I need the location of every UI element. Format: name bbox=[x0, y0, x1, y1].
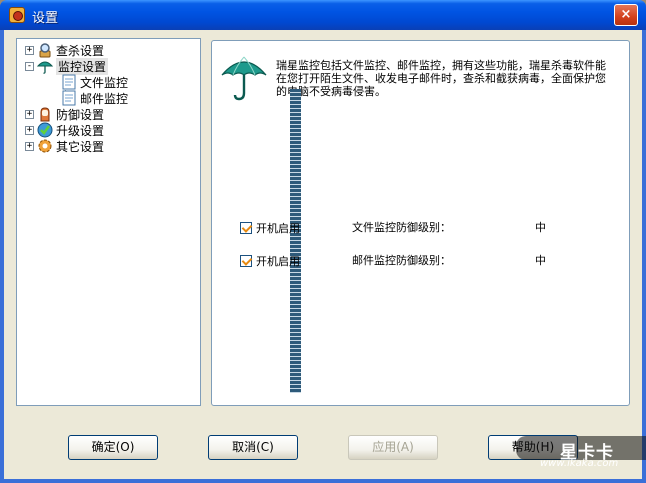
settings-window: 设置 × + 查杀设置 - 监控设置 文件监控 邮件监控 + 防御设置 + 升级… bbox=[0, 0, 646, 483]
file-monitor-autostart-toggle[interactable]: 开机启用 bbox=[240, 220, 300, 236]
magnifier-icon bbox=[37, 42, 53, 58]
dialog-client-area: + 查杀设置 - 监控设置 文件监控 邮件监控 + 防御设置 + 升级设置 + … bbox=[4, 30, 642, 479]
umbrella-small-icon bbox=[36, 58, 54, 74]
expand-icon[interactable]: + bbox=[25, 45, 34, 55]
monitor-description: 瑞星监控包括文件监控、邮件监控，拥有这些功能，瑞星杀毒软件能在您打开陌生文件、收… bbox=[276, 59, 606, 98]
file-monitor-level-value[interactable]: 中 bbox=[535, 219, 546, 235]
mail-monitor-autostart-checkbox[interactable] bbox=[240, 255, 252, 267]
tree-item-label: 查杀设置 bbox=[56, 43, 105, 58]
collapse-icon[interactable]: - bbox=[25, 61, 34, 71]
tree-item-file-monitor[interactable]: 文件监控 bbox=[61, 74, 128, 90]
apply-button[interactable]: 应用(A) bbox=[348, 435, 438, 460]
close-icon: × bbox=[620, 7, 632, 22]
expand-icon[interactable]: + bbox=[25, 109, 34, 119]
checkbox-label: 开机启用 bbox=[256, 255, 300, 268]
mail-monitor-autostart-toggle[interactable]: 开机启用 bbox=[240, 253, 300, 269]
file-monitor-level-label: 文件监控防御级别： bbox=[352, 221, 451, 234]
cancel-button[interactable]: 取消(C) bbox=[208, 435, 298, 460]
tree-item-label: 邮件监控 bbox=[80, 91, 129, 106]
glove-icon bbox=[37, 106, 53, 122]
window-title: 设置 bbox=[32, 11, 59, 26]
settings-content-panel: 瑞星监控包括文件监控、邮件监控，拥有这些功能，瑞星杀毒软件能在您打开陌生文件、收… bbox=[211, 40, 630, 406]
tree-item-label: 文件监控 bbox=[80, 75, 129, 90]
checkbox-label: 开机启用 bbox=[256, 222, 300, 235]
document-icon bbox=[61, 90, 77, 106]
watermark-url: www.ikaka.com bbox=[540, 458, 619, 469]
mail-monitor-level-label: 邮件监控防御级别： bbox=[352, 254, 451, 267]
globe-check-icon bbox=[37, 122, 53, 138]
tree-item-scan-settings[interactable]: + 查杀设置 bbox=[25, 42, 104, 58]
file-monitor-autostart-checkbox[interactable] bbox=[240, 222, 252, 234]
tree-item-label: 升级设置 bbox=[56, 123, 105, 138]
close-button[interactable]: × bbox=[614, 4, 638, 26]
app-shield-icon bbox=[9, 7, 25, 23]
expand-icon[interactable]: + bbox=[25, 125, 34, 135]
ok-button[interactable]: 确定(O) bbox=[68, 435, 158, 460]
tree-item-label: 监控设置 bbox=[56, 57, 109, 75]
tree-item-label: 其它设置 bbox=[56, 139, 105, 154]
mail-monitor-level-value[interactable]: 中 bbox=[535, 252, 546, 268]
title-bar[interactable]: 设置 × bbox=[0, 0, 646, 30]
tree-item-label: 防御设置 bbox=[56, 107, 105, 122]
document-icon bbox=[61, 74, 77, 90]
tree-item-update-settings[interactable]: + 升级设置 bbox=[25, 122, 104, 138]
tree-item-mail-monitor[interactable]: 邮件监控 bbox=[61, 90, 128, 106]
tree-item-defense-settings[interactable]: + 防御设置 bbox=[25, 106, 104, 122]
expand-icon[interactable]: + bbox=[25, 141, 34, 151]
tree-item-other-settings[interactable]: + 其它设置 bbox=[25, 138, 104, 154]
tree-item-monitor-settings[interactable]: - 监控设置 bbox=[25, 57, 109, 75]
striped-divider bbox=[290, 89, 301, 393]
gear-icon bbox=[37, 138, 53, 154]
settings-tree: + 查杀设置 - 监控设置 文件监控 邮件监控 + 防御设置 + 升级设置 + … bbox=[16, 38, 201, 406]
umbrella-icon bbox=[219, 53, 269, 103]
